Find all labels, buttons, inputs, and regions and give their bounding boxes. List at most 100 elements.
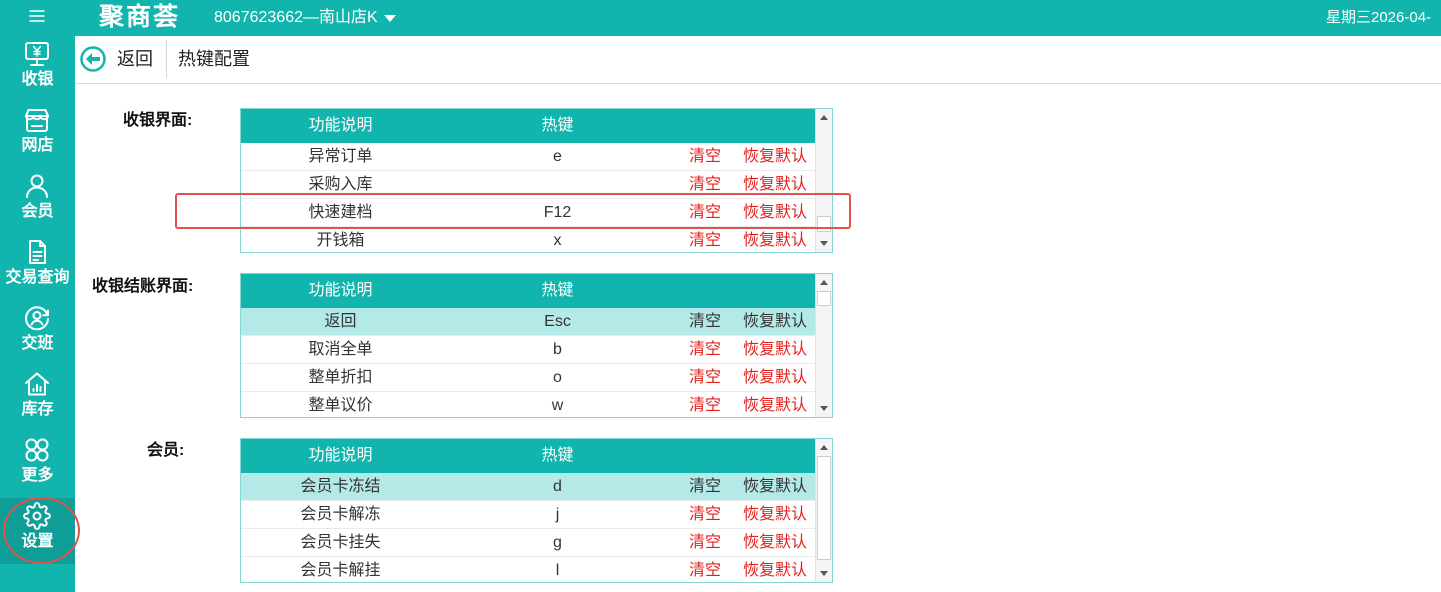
sidebar-item-transactions[interactable]: 交易查询 <box>0 234 75 300</box>
restore-default-button[interactable]: 恢复默认 <box>735 392 815 417</box>
sidebar-item-online-store[interactable]: 网店 <box>0 102 75 168</box>
table-row[interactable]: 异常订单 e 清空 恢复默认 <box>241 143 815 171</box>
scrollbar-thumb[interactable] <box>817 216 831 232</box>
restore-default-button[interactable]: 恢复默认 <box>735 501 815 528</box>
restore-default-button[interactable]: 恢复默认 <box>735 227 815 252</box>
table-row[interactable]: 取消全单 b 清空 恢复默认 <box>241 336 815 364</box>
restore-default-button[interactable]: 恢复默认 <box>735 364 815 391</box>
function-name: 会员卡解挂 <box>300 562 381 579</box>
vertical-scrollbar[interactable] <box>815 439 832 582</box>
clear-button[interactable]: 清空 <box>675 529 735 556</box>
hotkey-value[interactable]: F12 <box>440 199 675 226</box>
table-row[interactable]: 采购入库 清空 恢复默认 <box>241 171 815 199</box>
menu-button[interactable] <box>27 9 47 28</box>
sidebar-item-label: 更多 <box>21 467 54 484</box>
function-name: 会员卡解冻 <box>300 506 381 523</box>
table-row[interactable]: 整单议价 w 清空 恢复默认 <box>241 392 815 417</box>
clear-button[interactable]: 清空 <box>675 557 735 582</box>
clear-button[interactable]: 清空 <box>675 392 735 417</box>
hotkey-value[interactable]: w <box>440 392 675 417</box>
clear-button[interactable]: 清空 <box>675 473 735 500</box>
scroll-up-arrow-icon[interactable] <box>816 109 832 126</box>
column-header-hotkey: 热键 <box>541 282 574 299</box>
sidebar: 收银 网店 会员 交易查询 交班 库存 更多 设置 <box>0 36 75 592</box>
hotkey-value[interactable]: x <box>440 227 675 252</box>
restore-default-button[interactable]: 恢复默认 <box>735 557 815 582</box>
function-name: 取消全单 <box>308 341 373 358</box>
restore-default-button[interactable]: 恢复默认 <box>735 336 815 363</box>
clear-button[interactable]: 清空 <box>675 336 735 363</box>
function-name: 整单议价 <box>308 397 373 414</box>
clear-button[interactable]: 清空 <box>675 143 735 170</box>
back-button[interactable]: 返回 <box>80 46 153 72</box>
section-label-checkout: 收银结账界面: <box>92 278 194 295</box>
column-header-function: 功能说明 <box>308 117 373 134</box>
scroll-down-arrow-icon[interactable] <box>816 565 832 582</box>
table-row-selected[interactable]: 返回 Esc 清空 恢复默认 <box>241 308 815 336</box>
inventory-house-icon <box>23 370 51 398</box>
section-label-member: 会员: <box>147 442 185 459</box>
clear-button[interactable]: 清空 <box>675 501 735 528</box>
top-bar: 聚商荟 8067623662—南山店K 星期三2026-04- <box>0 0 1441 36</box>
sidebar-item-member[interactable]: 会员 <box>0 168 75 234</box>
clear-button[interactable]: 清空 <box>675 364 735 391</box>
restore-default-button[interactable]: 恢复默认 <box>735 308 815 335</box>
scroll-up-arrow-icon[interactable] <box>816 439 832 456</box>
table-header: 功能说明 热键 <box>241 439 815 473</box>
hotkey-value[interactable]: d <box>440 473 675 500</box>
column-header-hotkey: 热键 <box>541 447 574 464</box>
table-row[interactable]: 快速建档 F12 清空 恢复默认 <box>241 199 815 227</box>
table-row[interactable]: 会员卡解挂 l 清空 恢复默认 <box>241 557 815 582</box>
store-selector[interactable]: 8067623662—南山店K <box>214 7 396 29</box>
table-header: 功能说明 热键 <box>241 109 815 143</box>
sidebar-item-cashier[interactable]: 收银 <box>0 36 75 102</box>
vertical-scrollbar[interactable] <box>815 109 832 252</box>
sidebar-item-label: 交班 <box>21 335 54 352</box>
hotkey-table-checkout: 功能说明 热键 返回 Esc 清空 恢复默认 取消全单 b 清空 恢复默认 整单… <box>240 273 833 418</box>
restore-default-button[interactable]: 恢复默认 <box>735 171 815 198</box>
hotkey-table-cashier: 功能说明 热键 异常订单 e 清空 恢复默认 采购入库 清空 恢复默认 快速建档… <box>240 108 833 253</box>
table-row[interactable]: 整单折扣 o 清空 恢复默认 <box>241 364 815 392</box>
hotkey-value[interactable]: j <box>440 501 675 528</box>
hotkey-value[interactable]: g <box>440 529 675 556</box>
restore-default-button[interactable]: 恢复默认 <box>735 529 815 556</box>
column-header-hotkey: 热键 <box>541 117 574 134</box>
hotkey-value[interactable]: l <box>440 557 675 582</box>
sidebar-item-inventory[interactable]: 库存 <box>0 366 75 432</box>
restore-default-button[interactable]: 恢复默认 <box>735 473 815 500</box>
table-row-selected[interactable]: 会员卡冻结 d 清空 恢复默认 <box>241 473 815 501</box>
header-bottom-divider <box>75 83 1441 84</box>
table-row[interactable]: 开钱箱 x 清空 恢复默认 <box>241 227 815 252</box>
clear-button[interactable]: 清空 <box>675 227 735 252</box>
scroll-down-arrow-icon[interactable] <box>816 235 832 252</box>
sidebar-item-label: 设置 <box>21 533 54 550</box>
clear-button[interactable]: 清空 <box>675 199 735 226</box>
hotkey-value[interactable]: e <box>440 143 675 170</box>
clear-button[interactable]: 清空 <box>675 308 735 335</box>
hotkey-value[interactable]: Esc <box>440 308 675 335</box>
hotkey-value[interactable] <box>440 171 675 198</box>
scrollbar-thumb[interactable] <box>817 291 831 306</box>
hotkey-value[interactable]: o <box>440 364 675 391</box>
hotkey-value[interactable]: b <box>440 336 675 363</box>
sidebar-item-label: 会员 <box>21 203 54 220</box>
vertical-scrollbar[interactable] <box>815 274 832 417</box>
restore-default-button[interactable]: 恢复默认 <box>735 199 815 226</box>
clear-button[interactable]: 清空 <box>675 171 735 198</box>
hamburger-icon <box>29 9 45 28</box>
sidebar-item-label: 交易查询 <box>5 269 70 286</box>
scroll-down-arrow-icon[interactable] <box>816 400 832 417</box>
scrollbar-thumb[interactable] <box>817 456 831 560</box>
back-label: 返回 <box>117 49 153 69</box>
brand-logo: 聚商荟 <box>99 3 181 31</box>
scroll-up-arrow-icon[interactable] <box>816 274 832 291</box>
sidebar-item-more[interactable]: 更多 <box>0 432 75 498</box>
column-header-function: 功能说明 <box>308 447 373 464</box>
more-grid-icon <box>23 436 51 464</box>
sidebar-item-shift[interactable]: 交班 <box>0 300 75 366</box>
restore-default-button[interactable]: 恢复默认 <box>735 143 815 170</box>
sidebar-item-settings[interactable]: 设置 <box>0 498 75 564</box>
table-row[interactable]: 会员卡挂失 g 清空 恢复默认 <box>241 529 815 557</box>
table-row[interactable]: 会员卡解冻 j 清空 恢复默认 <box>241 501 815 529</box>
transaction-document-icon <box>23 238 51 266</box>
